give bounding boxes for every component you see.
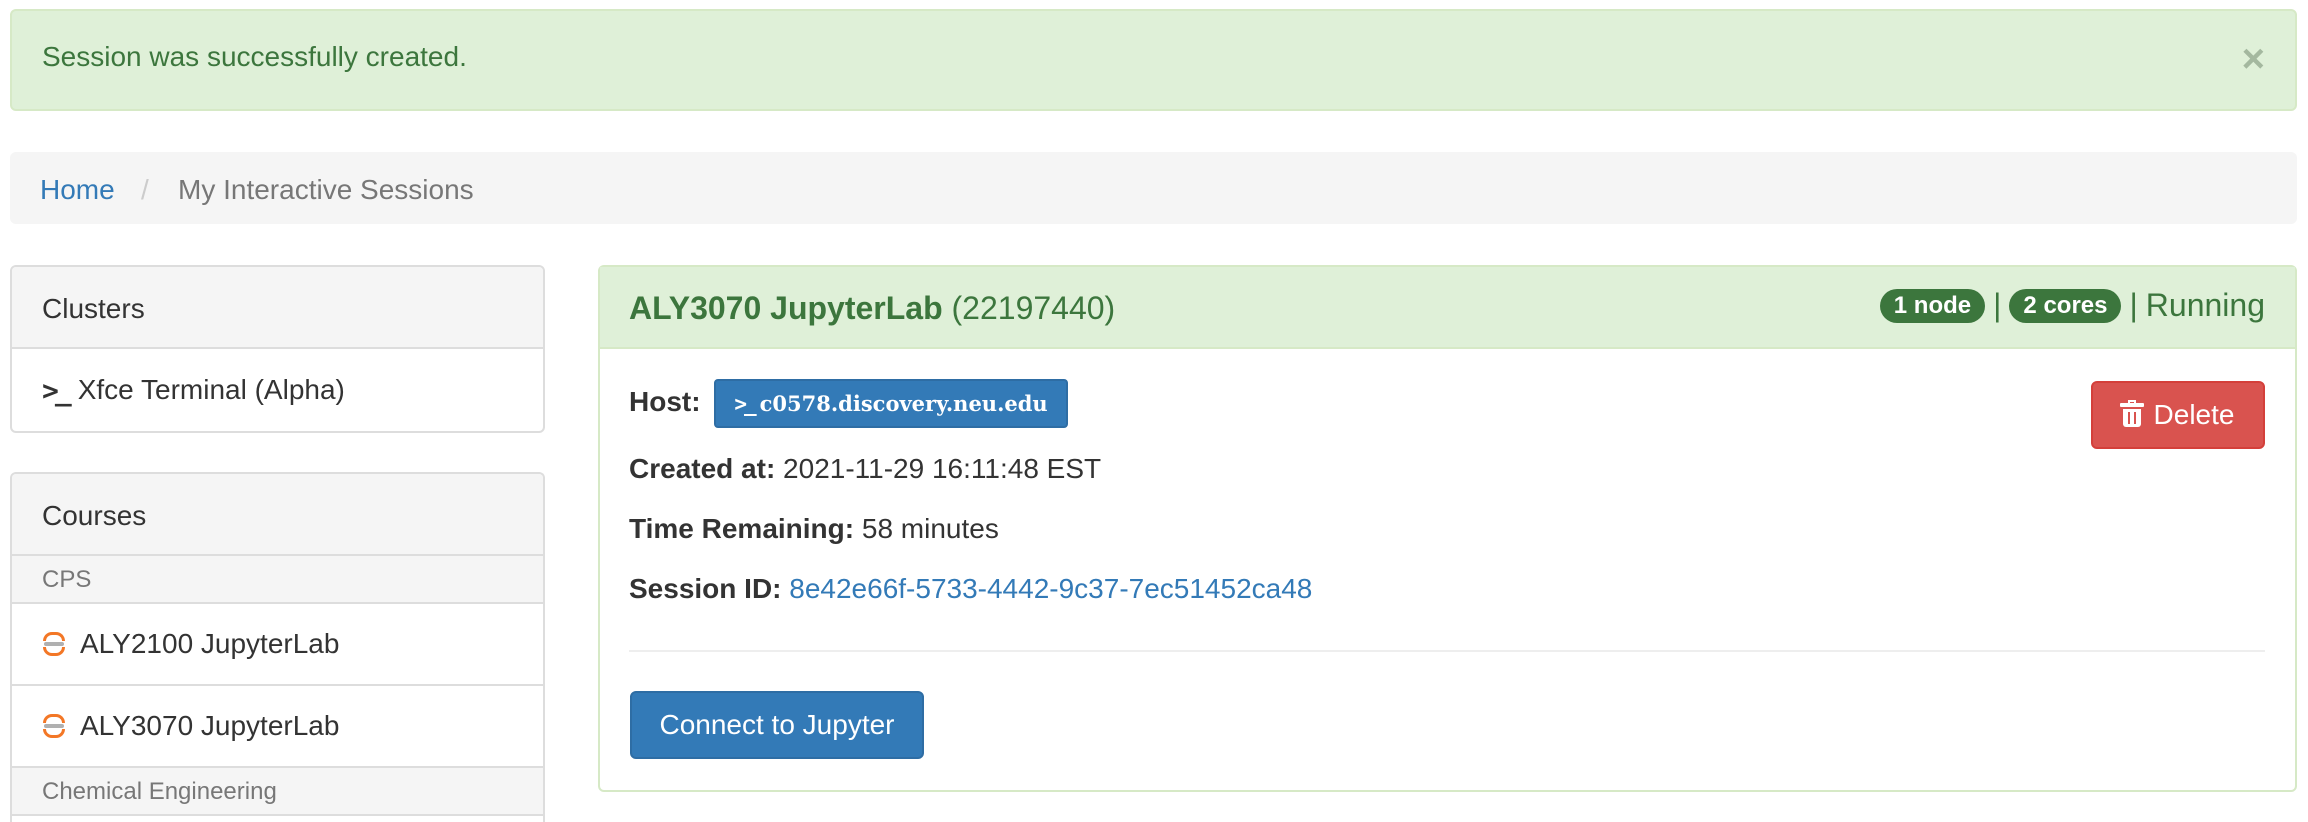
connect-to-jupyter-button[interactable]: Connect to Jupyter: [630, 691, 924, 759]
breadcrumb-current: My Interactive Sessions: [178, 174, 474, 205]
session-name: ALY3070 JupyterLab: [629, 290, 943, 326]
cores-badge: 2 cores: [2009, 288, 2122, 323]
status-separator: |: [1993, 287, 2002, 323]
delete-button[interactable]: Delete: [2091, 381, 2265, 449]
created-value: 2021-11-29 16:11:48 EST: [783, 453, 1102, 484]
jupyter-icon: [42, 712, 66, 740]
breadcrumb-separator: /: [141, 174, 149, 205]
trash-icon: [2119, 400, 2144, 427]
clusters-panel: Clusters >_ Xfce Terminal (Alpha): [10, 265, 545, 433]
sidebar-item-aly3070-jupyterlab[interactable]: ALY3070 JupyterLab: [12, 686, 543, 768]
clusters-heading: Clusters: [12, 267, 543, 349]
session-status-bar: 1 node | 2 cores | Running: [1879, 287, 2265, 324]
terminal-icon: >_: [42, 373, 72, 407]
time-remaining-row: Time Remaining: 58 minutes: [629, 513, 999, 545]
time-remaining-label: Time Remaining:: [629, 513, 855, 544]
breadcrumb-home-link[interactable]: Home: [40, 174, 115, 206]
sidebar-item-label: ALY2100 JupyterLab: [80, 628, 340, 659]
host-shell-button[interactable]: >_ c0578.discovery.neu.edu: [714, 379, 1068, 428]
status-separator: |: [2129, 287, 2138, 323]
sidebar-item-label: Xfce Terminal (Alpha): [77, 374, 345, 405]
created-row: Created at: 2021-11-29 16:11:48 EST: [629, 453, 1101, 485]
session-id-row: Session ID: 8e42e66f-5733-4442-9c37-7ec5…: [629, 573, 1312, 605]
alert-message: Session was successfully created.: [42, 41, 467, 72]
session-heading: ALY3070 JupyterLab (22197440) 1 node | 2…: [600, 267, 2295, 349]
session-title: ALY3070 JupyterLab (22197440): [629, 290, 1115, 327]
sidebar-item-xfce-terminal[interactable]: >_ Xfce Terminal (Alpha): [12, 349, 543, 431]
jupyter-icon: [42, 630, 66, 658]
courses-heading: Courses: [12, 474, 543, 556]
time-remaining-value: 58 minutes: [861, 513, 999, 544]
host-label: Host:: [629, 385, 701, 417]
course-category-chemical-engineering: Chemical Engineering: [12, 768, 543, 816]
host-value: c0578.discovery.neu.edu: [759, 391, 1048, 416]
created-label: Created at:: [629, 453, 776, 484]
session-id-link[interactable]: 8e42e66f-5733-4442-9c37-7ec51452ca48: [789, 573, 1312, 604]
course-category-cps: CPS: [12, 556, 543, 604]
success-alert: Session was successfully created. ×: [10, 9, 2297, 111]
session-job-id: (22197440): [951, 290, 1116, 326]
sidebar-item-aly2100-jupyterlab[interactable]: ALY2100 JupyterLab: [12, 604, 543, 686]
session-card: ALY3070 JupyterLab (22197440) 1 node | 2…: [598, 265, 2297, 792]
sidebar-item-label: ALY3070 JupyterLab: [80, 710, 340, 741]
courses-panel: Courses CPS ALY2100 JupyterLab ALY3070 J…: [10, 472, 545, 822]
delete-label: Delete: [2153, 399, 2235, 430]
terminal-icon: >_: [734, 392, 756, 416]
close-icon[interactable]: ×: [2242, 39, 2265, 79]
status-text: Running: [2145, 287, 2265, 323]
divider: [629, 650, 2265, 652]
nodes-badge: 1 node: [1879, 288, 1986, 323]
breadcrumb: Home / My Interactive Sessions: [10, 152, 2297, 224]
host-row: Host: >_ c0578.discovery.neu.edu: [629, 379, 1068, 428]
session-id-label: Session ID:: [629, 573, 782, 604]
